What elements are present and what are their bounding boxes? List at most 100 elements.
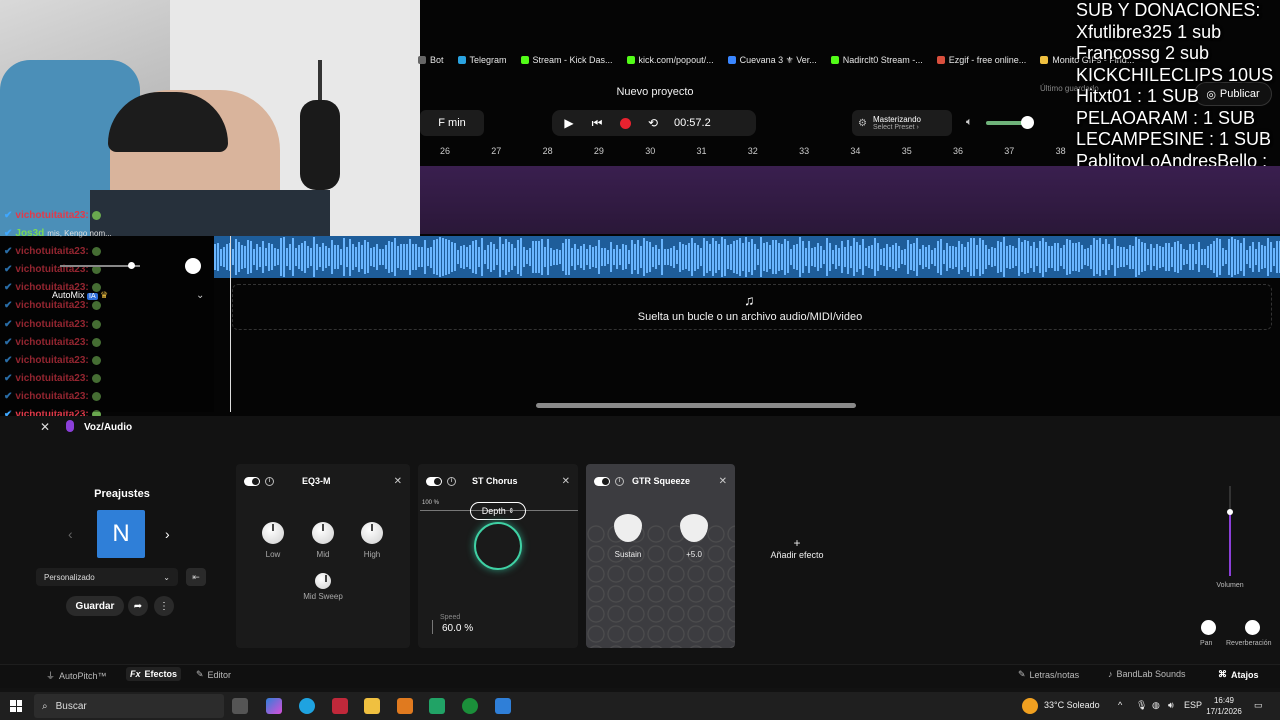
bookmark-item[interactable]: Nadirclt0 Stream -... bbox=[830, 55, 923, 65]
app-icon[interactable] bbox=[397, 698, 413, 714]
waveform-bar bbox=[421, 246, 423, 268]
tab-sounds[interactable]: ♪ BandLab Sounds bbox=[1108, 669, 1186, 679]
chevron-right-icon[interactable]: › bbox=[165, 526, 170, 542]
reverb-knob[interactable] bbox=[1245, 620, 1260, 635]
master-volume-knob[interactable] bbox=[1021, 116, 1034, 129]
close-icon[interactable]: ✕ bbox=[562, 476, 570, 487]
close-icon[interactable]: ✕ bbox=[719, 476, 727, 487]
waveform-bar bbox=[1249, 245, 1251, 269]
waveform-bar bbox=[670, 247, 672, 267]
chevron-down-icon[interactable]: ⌄ bbox=[196, 290, 204, 301]
close-icon[interactable]: ✕ bbox=[394, 476, 402, 487]
high-knob[interactable] bbox=[361, 522, 383, 544]
mid-sweep-knob[interactable] bbox=[315, 573, 331, 589]
bookmark-item[interactable]: Bot bbox=[418, 55, 444, 65]
waveform-bar bbox=[1036, 248, 1038, 266]
save-preset-button[interactable]: Guardar bbox=[66, 596, 124, 616]
tab-effects[interactable]: Fx Efectos bbox=[126, 667, 182, 681]
waveform-bar bbox=[1051, 245, 1053, 269]
add-effect-button[interactable]: + Añadir efecto bbox=[760, 536, 834, 560]
clock[interactable]: 16:49 17/1/2026 bbox=[1204, 695, 1244, 717]
loop-icon[interactable]: ⟲ bbox=[646, 116, 660, 130]
taskbar-search[interactable]: ⌕ Buscar bbox=[34, 694, 224, 718]
reset-icon[interactable]: ⇤ bbox=[186, 568, 206, 586]
speaker-icon[interactable]: 🔈︎ bbox=[966, 116, 973, 129]
info-icon[interactable]: i bbox=[615, 476, 624, 486]
chorus-visualizer[interactable] bbox=[474, 522, 522, 570]
record-button[interactable] bbox=[618, 116, 632, 130]
bookmark-item[interactable]: Stream - Kick Das... bbox=[520, 55, 613, 65]
opera-icon[interactable] bbox=[332, 698, 348, 714]
effect-toggle[interactable] bbox=[594, 476, 610, 486]
horizontal-scrollbar[interactable] bbox=[536, 403, 856, 408]
autopitch-icon: ⏚ bbox=[46, 671, 56, 681]
automix-toggle[interactable]: AutoMix IA ♛ bbox=[52, 290, 108, 301]
language-indicator[interactable]: ESP bbox=[1184, 700, 1202, 710]
low-knob[interactable] bbox=[262, 522, 284, 544]
purple-clip[interactable] bbox=[420, 166, 1280, 234]
speed-slider[interactable] bbox=[432, 620, 433, 634]
key-button[interactable]: F min bbox=[420, 110, 484, 136]
mid-knob[interactable] bbox=[312, 522, 334, 544]
volume-tray-icon[interactable]: 🔊︎ bbox=[1168, 700, 1174, 711]
tab-editor[interactable]: ✎ Editor bbox=[196, 669, 231, 680]
playhead[interactable] bbox=[230, 236, 231, 412]
waveform-bar bbox=[1225, 249, 1227, 265]
windows-start-icon[interactable] bbox=[10, 700, 22, 712]
waveform-bar bbox=[1090, 245, 1092, 269]
chevron-left-icon[interactable]: ‹ bbox=[68, 526, 73, 542]
effect-toggle[interactable] bbox=[244, 476, 260, 486]
tab-lyrics[interactable]: ✎ Letras/notas bbox=[1018, 669, 1079, 680]
edge-icon[interactable] bbox=[299, 698, 315, 714]
rewind-icon[interactable]: ⏮ bbox=[590, 116, 604, 130]
project-title[interactable]: Nuevo proyecto bbox=[560, 86, 750, 98]
audio-waveform[interactable] bbox=[214, 236, 1280, 278]
mastering-button[interactable]: ⚙ Masterizando Select Preset › bbox=[852, 110, 952, 136]
copilot-icon[interactable] bbox=[266, 698, 282, 714]
task-view-icon[interactable] bbox=[232, 698, 248, 714]
waveform-bar bbox=[1018, 238, 1020, 276]
tab-label: Efectos bbox=[144, 669, 178, 679]
play-icon[interactable]: ▶ bbox=[562, 116, 576, 130]
effect-toggle[interactable] bbox=[426, 476, 442, 486]
depth-selector[interactable]: Depth ⇕ bbox=[470, 502, 526, 520]
excel-icon[interactable] bbox=[429, 698, 445, 714]
track-pan-knob[interactable] bbox=[185, 258, 201, 274]
chrome-icon[interactable] bbox=[462, 698, 478, 714]
waveform-bar bbox=[895, 243, 897, 271]
track-volume-knob[interactable] bbox=[128, 262, 135, 269]
bookmark-item[interactable]: kick.com/popout/... bbox=[626, 55, 714, 65]
waveform-bar bbox=[733, 240, 735, 274]
close-icon[interactable]: ✕ bbox=[40, 420, 50, 434]
bookmark-item[interactable]: Cuevana 3 ⚜ Ver... bbox=[727, 55, 817, 66]
bookmark-item[interactable]: Ezgif - free online... bbox=[936, 55, 1026, 65]
weather-text[interactable]: 33°C Soleado bbox=[1044, 700, 1100, 710]
preset-dropdown[interactable]: Personalizado ⌄ bbox=[36, 568, 178, 586]
network-icon[interactable]: ◍ bbox=[1152, 700, 1160, 711]
depth-percent: 100 % bbox=[422, 500, 440, 506]
store-icon[interactable] bbox=[495, 698, 511, 714]
tab-autopitch[interactable]: ⏚ AutoPitch™ bbox=[46, 669, 107, 682]
pen-icon: ✎ bbox=[1018, 669, 1026, 679]
waveform-bar bbox=[541, 238, 543, 276]
waveform-bar bbox=[511, 243, 513, 271]
tab-shortcuts[interactable]: ⌘ Atajos bbox=[1218, 669, 1259, 680]
timeline-ruler[interactable]: 26 27 28 29 30 31 32 33 34 35 36 37 38 bbox=[420, 142, 1280, 160]
waveform-bar bbox=[790, 249, 792, 265]
folder-icon[interactable] bbox=[364, 698, 380, 714]
share-icon[interactable]: ➦ bbox=[128, 596, 148, 616]
notification-icon[interactable]: ▭ bbox=[1254, 700, 1263, 711]
preset-tile[interactable]: N bbox=[97, 510, 145, 558]
bookmark-item[interactable]: Telegram bbox=[457, 55, 507, 65]
waveform-bar bbox=[889, 246, 891, 268]
info-icon[interactable]: i bbox=[265, 476, 274, 486]
waveform-bar bbox=[307, 246, 309, 268]
waveform-bar bbox=[1216, 237, 1218, 277]
waveform-bar bbox=[1024, 239, 1026, 275]
fader-knob[interactable] bbox=[1227, 509, 1233, 515]
mic-tray-icon[interactable]: 🎙︎ bbox=[1136, 700, 1147, 711]
pan-knob[interactable] bbox=[1201, 620, 1216, 635]
more-icon[interactable]: ⋮ bbox=[154, 596, 174, 616]
info-icon[interactable]: i bbox=[447, 476, 456, 486]
tray-chevron-icon[interactable]: ^ bbox=[1118, 700, 1122, 710]
